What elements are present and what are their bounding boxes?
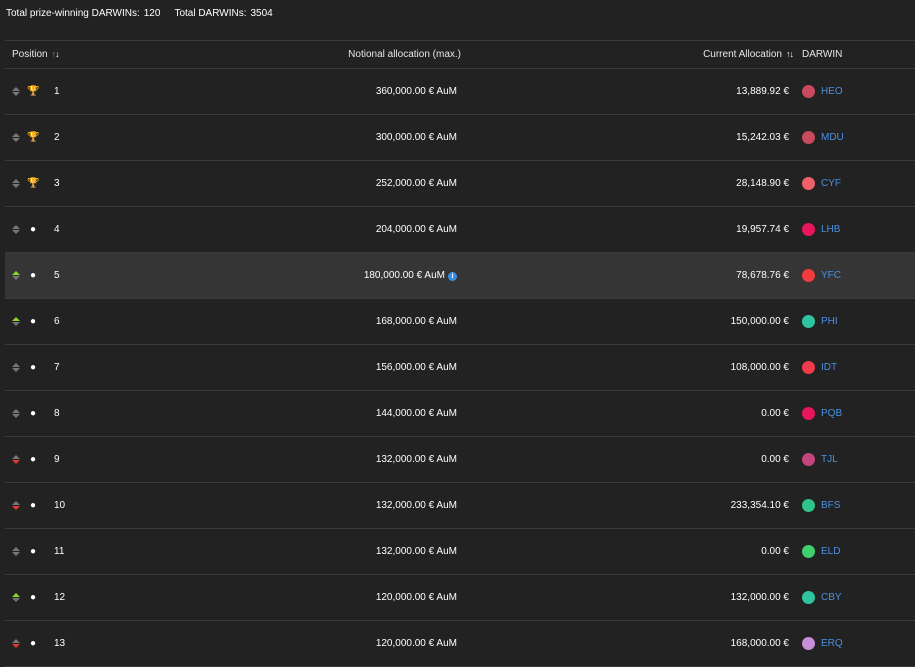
darwin-color-dot [802,177,815,190]
current-allocation-cell: 15,242.03 € [736,132,789,143]
darwin-color-dot [802,315,815,328]
table-row[interactable]: ● 13 120,000.00 € AuM 168,000.00 € ERQ [5,621,915,667]
table-row[interactable]: ● 10 132,000.00 € AuM 233,354.10 € BFS [5,483,915,529]
darwin-color-dot [802,545,815,558]
darwin-color-dot [802,407,815,420]
current-allocation-cell: 28,148.90 € [736,178,789,189]
darwin-link[interactable]: ERQ [821,621,843,666]
darwin-color-dot [802,361,815,374]
current-allocation-cell: 0.00 € [761,546,789,557]
current-allocation-cell: 150,000.00 € [730,316,789,327]
current-header-label: Current Allocation [703,49,782,60]
current-allocation-column-header[interactable]: Current Allocation ↑↓ [5,41,794,68]
darwin-link[interactable]: HEO [821,69,843,114]
ranking-table: Position ↑↓ Notional allocation (max.) Cu… [5,40,915,667]
table-row[interactable]: ● 7 156,000.00 € AuM 108,000.00 € IDT [5,345,915,391]
darwin-color-dot [802,85,815,98]
prize-winning-label: Total prize-winning DARWINs: [6,8,140,19]
prize-winning-count: 120 [143,8,161,19]
current-allocation-cell: 78,678.76 € [736,270,789,281]
table-row[interactable]: ● 4 204,000.00 € AuM 19,957.74 € LHB [5,207,915,253]
table-row[interactable]: 🏆 3 252,000.00 € AuM 28,148.90 € CYF [5,161,915,207]
sort-icon[interactable]: ↑↓ [786,41,794,68]
darwin-color-dot [802,453,815,466]
table-row[interactable]: ● 12 120,000.00 € AuM 132,000.00 € CBY [5,575,915,621]
darwin-link[interactable]: MDU [821,115,844,160]
darwin-link[interactable]: PHI [821,299,838,344]
table-row[interactable]: ● 8 144,000.00 € AuM 0.00 € PQB [5,391,915,437]
table-row[interactable]: 🏆 2 300,000.00 € AuM 15,242.03 € MDU [5,115,915,161]
total-darwins-count: 3504 [250,8,273,19]
darwin-link[interactable]: PQB [821,391,842,436]
darwin-color-dot [802,269,815,282]
darwin-link[interactable]: CYF [821,161,841,206]
table-body: 🏆 1 360,000.00 € AuM 13,889.92 € HEO 🏆 2 300,00… [5,69,915,667]
darwin-color-dot [802,131,815,144]
current-allocation-cell: 0.00 € [761,454,789,465]
current-allocation-cell: 168,000.00 € [730,638,789,649]
current-allocation-cell: 0.00 € [761,408,789,419]
darwin-link[interactable]: CBY [821,575,842,620]
darwin-link[interactable]: TJL [821,437,838,482]
current-allocation-cell: 108,000.00 € [730,362,789,373]
darwin-color-dot [802,499,815,512]
table-header: Position ↑↓ Notional allocation (max.) Cu… [5,40,915,69]
darwin-color-dot [802,637,815,650]
current-allocation-cell: 19,957.74 € [736,224,789,235]
darwin-color-dot [802,591,815,604]
current-allocation-cell: 132,000.00 € [730,592,789,603]
table-row[interactable]: ● 5 180,000.00 € AuM i 78,678.76 € YFC [5,253,915,299]
table-row[interactable]: ● 9 132,000.00 € AuM 0.00 € TJL [5,437,915,483]
darwin-link[interactable]: BFS [821,483,840,528]
current-allocation-cell: 13,889.92 € [736,86,789,97]
summary-bar: Total prize-winning DARWINs: 120 Total D… [6,8,273,22]
darwin-link[interactable]: LHB [821,207,840,252]
table-row[interactable]: 🏆 1 360,000.00 € AuM 13,889.92 € HEO [5,69,915,115]
table-row[interactable]: ● 6 168,000.00 € AuM 150,000.00 € PHI [5,299,915,345]
darwin-link[interactable]: IDT [821,345,837,390]
darwin-link[interactable]: YFC [821,253,841,298]
total-darwins-label: Total DARWINs: [174,8,247,19]
prize-winning-summary: Total prize-winning DARWINs: 120 [6,8,160,22]
darwin-color-dot [802,223,815,236]
darwin-link[interactable]: ELD [821,529,840,574]
current-allocation-cell: 233,354.10 € [730,500,789,511]
total-darwins-summary: Total DARWINs: 3504 [174,8,272,22]
darwin-column-header: DARWIN [802,49,843,60]
table-row[interactable]: ● 11 132,000.00 € AuM 0.00 € ELD [5,529,915,575]
